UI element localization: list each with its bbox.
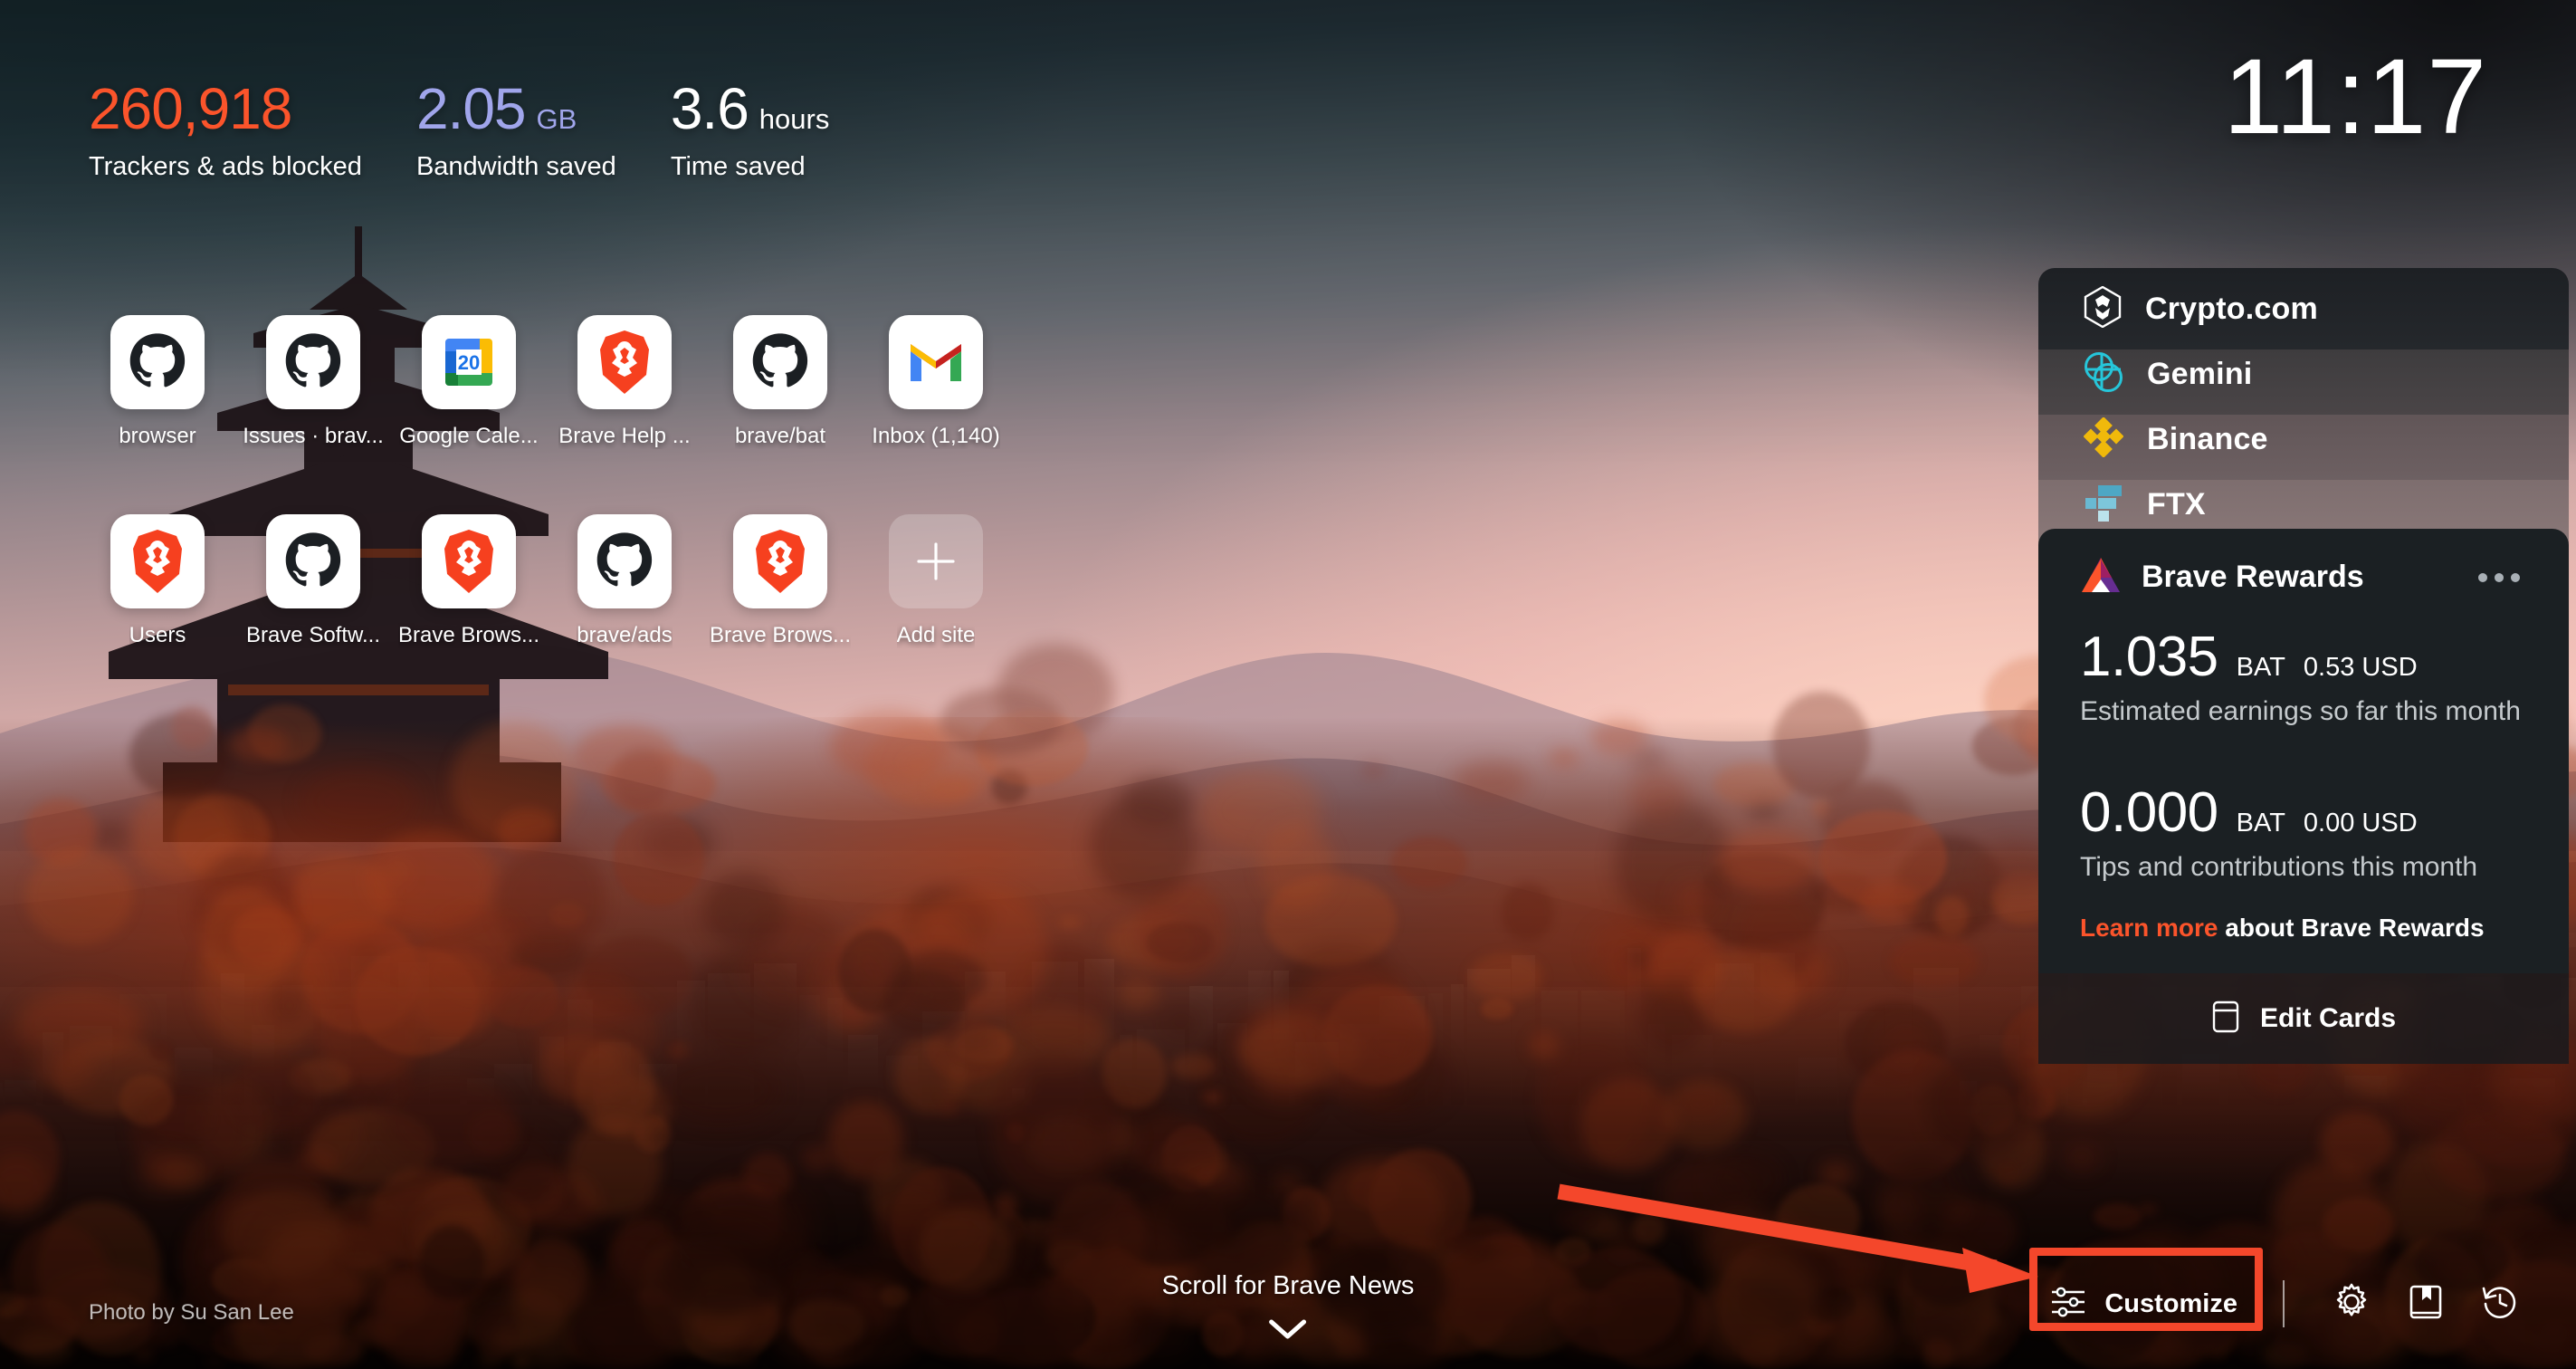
- scroll-for-brave-news[interactable]: Scroll for Brave News: [1161, 1271, 1415, 1345]
- bookmarks-icon: [2408, 1283, 2444, 1326]
- top-site-label: brave/ads: [577, 623, 673, 647]
- top-site-tile[interactable]: Brave Help ...: [547, 315, 702, 514]
- widget-stack: Crypto.com Gemini Binance FTX Brave Rewa…: [2038, 268, 2569, 1064]
- stat-bandwidth-saved: 2.05 GB Bandwidth saved: [416, 80, 616, 182]
- settings-gear-icon: [2333, 1283, 2371, 1326]
- top-site-tile[interactable]: Brave Brows...: [391, 514, 547, 713]
- stat-value: 2.05: [415, 76, 527, 141]
- tips-caption: Tips and contributions this month: [2080, 852, 2478, 882]
- learn-more-rest: about Brave Rewards: [2218, 914, 2485, 942]
- edit-cards-label: Edit Cards: [2259, 1003, 2397, 1033]
- stat-value: 3.6: [670, 76, 749, 141]
- widget-label: Binance: [2147, 421, 2268, 456]
- gmail-icon: [889, 315, 983, 409]
- add-site-tile[interactable]: Add site: [858, 514, 1014, 713]
- top-site-label: Brave Softw...: [245, 623, 381, 647]
- top-site-tile[interactable]: 20 Google Cale...: [391, 315, 547, 514]
- brave-lion-icon: [110, 514, 205, 608]
- top-site-tile[interactable]: Brave Brows...: [702, 514, 858, 713]
- customize-button[interactable]: Customize: [2030, 1276, 2257, 1333]
- rewards-tips-row: 0.000 BAT 0.00 USD: [2080, 785, 2527, 841]
- stat-label: Time saved: [670, 152, 806, 181]
- widget-card-cryptocom[interactable]: Crypto.com: [2038, 268, 2569, 349]
- plus-icon: [889, 514, 983, 608]
- brave-lion-icon: [422, 514, 516, 608]
- top-site-label: Users: [129, 623, 186, 647]
- photo-credit: Photo by Su San Lee: [89, 1300, 294, 1325]
- rewards-earnings-row: 1.035 BAT 0.53 USD: [2080, 629, 2527, 685]
- stat-trackers-blocked: 260,918 Trackers & ads blocked: [89, 80, 362, 182]
- top-site-tile[interactable]: Inbox (1,140): [858, 315, 1014, 514]
- chevron-down-icon[interactable]: [1268, 1317, 1308, 1345]
- github-icon: [110, 315, 205, 409]
- top-site-label: Issues · brav...: [243, 424, 384, 448]
- stat-label: Bandwidth saved: [415, 152, 616, 181]
- earnings-token: BAT: [2236, 653, 2285, 682]
- stat-time-saved: 3.6 hours Time saved: [671, 80, 830, 182]
- widget-label: Gemini: [2147, 356, 2253, 391]
- top-site-label: Google Cale...: [399, 424, 539, 448]
- edit-cards-button[interactable]: Edit Cards: [2038, 973, 2569, 1064]
- github-icon: [266, 315, 360, 409]
- rewards-more-options-icon[interactable]: [2471, 566, 2527, 589]
- top-site-label: Inbox (1,140): [872, 424, 1000, 448]
- top-site-tile[interactable]: brave/bat: [702, 315, 858, 514]
- svg-text:20: 20: [458, 351, 480, 374]
- github-icon: [733, 315, 827, 409]
- stat-value: 260,918: [89, 76, 292, 141]
- cards-icon: [2211, 1000, 2240, 1039]
- top-site-label: Add site: [896, 623, 976, 647]
- bookmarks-button[interactable]: [2393, 1271, 2458, 1336]
- top-site-tile[interactable]: browser: [80, 315, 235, 514]
- customize-label: Customize: [2104, 1288, 2237, 1318]
- earnings-fiat: 0.53 USD: [2303, 653, 2418, 682]
- gemini-icon: [2084, 351, 2123, 397]
- cryptocom-icon: [2084, 285, 2122, 332]
- top-site-label: brave/bat: [734, 424, 826, 448]
- earnings-caption: Estimated earnings so far this month: [2080, 696, 2521, 726]
- bat-triangle-icon: [2080, 556, 2122, 598]
- toolbar-divider: [2283, 1280, 2285, 1327]
- stat-label: Trackers & ads blocked: [89, 152, 362, 181]
- clock: 11:17: [2223, 37, 2487, 157]
- history-button[interactable]: [2467, 1271, 2533, 1336]
- stat-unit: hours: [758, 103, 830, 135]
- tips-token: BAT: [2236, 809, 2285, 838]
- top-site-label: Brave Help ...: [558, 424, 691, 448]
- tips-fiat: 0.00 USD: [2303, 809, 2418, 838]
- privacy-stats: 260,918 Trackers & ads blocked 2.05 GB B…: [89, 80, 883, 182]
- scroll-news-label: Scroll for Brave News: [1161, 1271, 1415, 1300]
- ftx-icon: [2084, 482, 2123, 528]
- brave-rewards-card: Brave Rewards 1.035 BAT 0.53 USD Estimat…: [2038, 529, 2569, 973]
- binance-icon: [2083, 416, 2124, 462]
- brave-lion-icon: [577, 315, 672, 409]
- widget-label: Crypto.com: [2145, 291, 2318, 326]
- tips-amount: 0.000: [2080, 781, 2218, 844]
- learn-more-link[interactable]: Learn more: [2080, 914, 2218, 942]
- brave-new-tab-page: 260,918 Trackers & ads blocked 2.05 GB B…: [0, 0, 2576, 1369]
- stat-unit: GB: [536, 103, 577, 135]
- settings-gear-button[interactable]: [2319, 1271, 2384, 1336]
- bottom-toolbar: Customize: [2030, 1271, 2533, 1336]
- top-site-label: browser: [119, 424, 196, 448]
- rewards-title: Brave Rewards: [2142, 560, 2364, 594]
- top-site-label: Brave Brows...: [397, 623, 540, 647]
- widget-label: FTX: [2147, 486, 2206, 522]
- github-icon: [577, 514, 672, 608]
- sliders-icon: [2050, 1287, 2086, 1322]
- google-calendar-icon: 20: [422, 315, 516, 409]
- top-site-tile[interactable]: Users: [80, 514, 235, 713]
- top-sites-grid: browser Issues · brav... 20 Google Cale... B…: [80, 315, 1014, 713]
- top-site-tile[interactable]: Brave Softw...: [235, 514, 391, 713]
- github-icon: [266, 514, 360, 608]
- earnings-amount: 1.035: [2080, 626, 2218, 688]
- brave-lion-icon: [733, 514, 827, 608]
- top-site-label: Brave Brows...: [709, 623, 852, 647]
- top-site-tile[interactable]: Issues · brav...: [235, 315, 391, 514]
- learn-more-row: Learn more about Brave Rewards: [2080, 914, 2527, 943]
- history-icon: [2481, 1283, 2519, 1326]
- top-site-tile[interactable]: brave/ads: [547, 514, 702, 713]
